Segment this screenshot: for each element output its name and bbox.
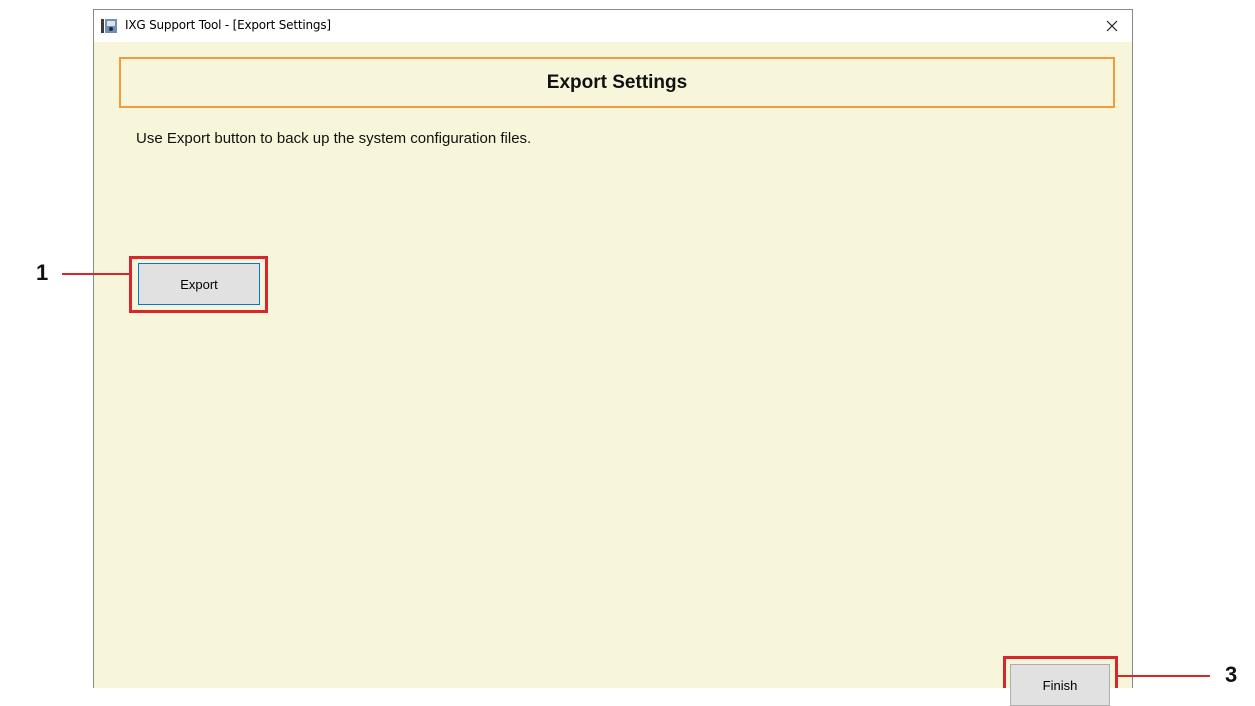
export-callout-frame — [129, 256, 268, 313]
page-title: Export Settings — [546, 71, 688, 93]
close-button[interactable] — [1092, 10, 1132, 42]
close-icon — [1106, 20, 1118, 32]
finish-callout-line — [1118, 675, 1210, 677]
export-callout-line — [62, 273, 129, 275]
instruction-text: Use Export button to back up the system … — [136, 130, 532, 147]
export-callout-number: 1 — [36, 260, 49, 285]
finish-callout-frame — [1003, 656, 1118, 688]
page-header: Export Settings — [119, 57, 1115, 108]
app-icon — [101, 19, 117, 33]
finish-callout-number: 3 — [1225, 662, 1238, 687]
app-window: IXG Support Tool - [Export Settings] Exp… — [93, 9, 1133, 706]
title-bar[interactable]: IXG Support Tool - [Export Settings] — [94, 10, 1132, 42]
window-title: IXG Support Tool - [Export Settings] — [125, 18, 331, 32]
